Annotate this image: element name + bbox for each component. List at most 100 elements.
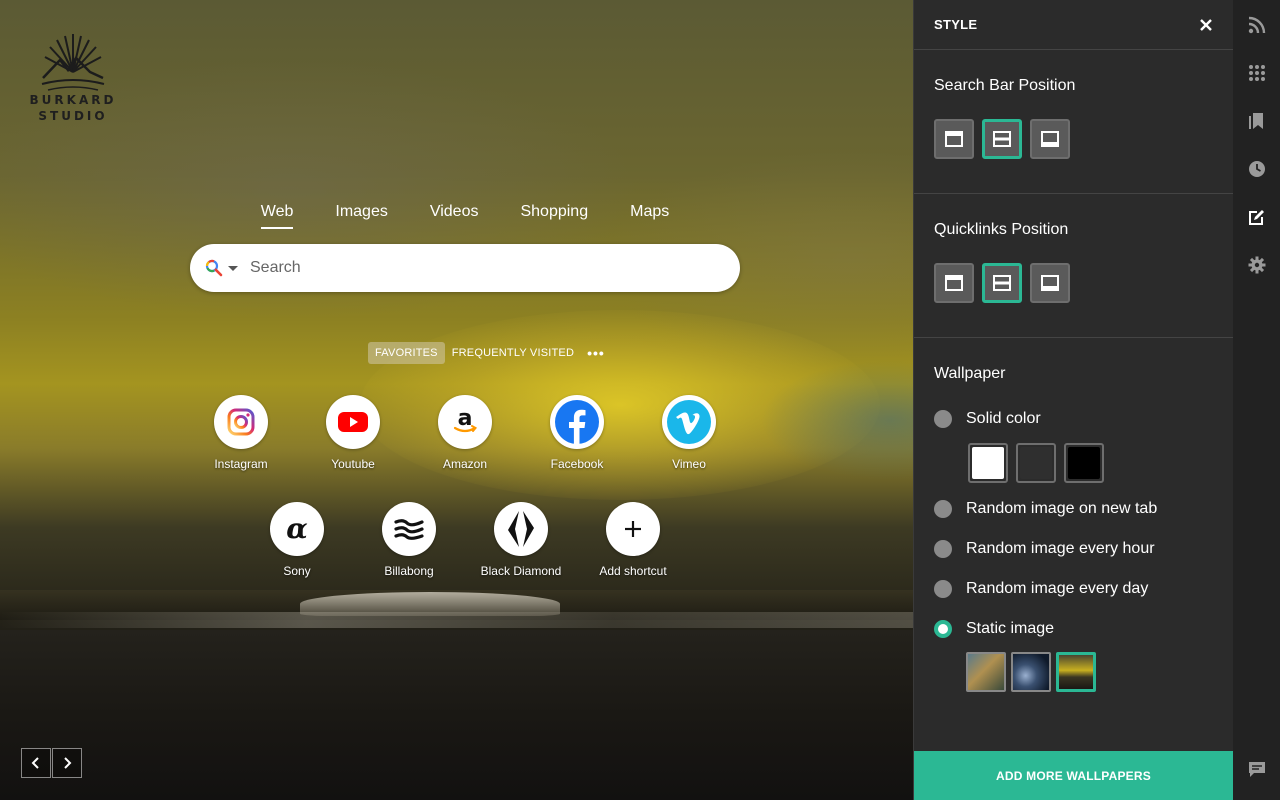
add-more-wallpapers-button[interactable]: ADD MORE WALLPAPERS (914, 751, 1233, 800)
layout-top-icon (945, 131, 963, 147)
position-middle-button[interactable] (982, 263, 1022, 303)
radio-button[interactable] (934, 410, 952, 428)
tab-favorites[interactable]: FAVORITES (368, 342, 445, 364)
wallpaper-option-static-image[interactable]: Static image (934, 609, 1213, 649)
feedback-icon (1249, 762, 1265, 777)
wallpaper-thumbnail-selected[interactable] (1056, 652, 1096, 692)
wallpaper-thumbnails (966, 652, 1213, 692)
more-options-icon[interactable]: ••• (587, 345, 605, 361)
position-bottom-button[interactable] (1030, 119, 1070, 159)
option-label: Random image every day (966, 580, 1149, 597)
option-label: Solid color (966, 410, 1041, 427)
quicklinks-position-section: Quicklinks Position (914, 194, 1233, 338)
search-engine-selector[interactable] (205, 259, 238, 277)
wallpaper-option-solid-color[interactable]: Solid color (934, 399, 1213, 439)
panel-title: STYLE (934, 17, 978, 32)
bookmark-icon (1249, 113, 1263, 129)
tab-frequently-visited[interactable]: FREQUENTLY VISITED (445, 342, 581, 364)
quicklink-label: Billabong (384, 564, 434, 578)
wallpaper-option-random-hour[interactable]: Random image every hour (934, 529, 1213, 569)
tab-web[interactable]: Web (260, 198, 294, 229)
section-title: Search Bar Position (934, 77, 1076, 94)
quicklink-billabong[interactable]: Billabong (359, 502, 459, 578)
radio-button[interactable] (934, 540, 952, 558)
wallpaper-option-random-day[interactable]: Random image every day (934, 569, 1213, 609)
clock-icon (1249, 161, 1265, 177)
quicklink-facebook[interactable]: Facebook (527, 395, 627, 471)
tab-maps[interactable]: Maps (630, 198, 669, 229)
quicklink-label: Vimeo (672, 457, 706, 471)
sunburst-logo-icon (41, 34, 105, 91)
logo-line-2: STUDIO (38, 109, 108, 123)
add-shortcut-button[interactable]: Add shortcut (583, 502, 683, 578)
quicklink-youtube[interactable]: Youtube (303, 395, 403, 471)
black-diamond-icon (508, 511, 534, 547)
radio-button[interactable] (934, 580, 952, 598)
layout-top-icon (945, 275, 963, 291)
previous-wallpaper-button[interactable] (21, 748, 51, 778)
gear-icon (1248, 256, 1266, 274)
tab-images[interactable]: Images (335, 198, 387, 229)
quicklink-sony[interactable]: α Sony (247, 502, 347, 578)
quicklink-label: Facebook (550, 457, 604, 471)
chevron-left-icon (31, 757, 39, 769)
option-label: Random image every hour (966, 540, 1155, 557)
position-top-button[interactable] (934, 263, 974, 303)
style-button[interactable] (1247, 207, 1267, 227)
solid-color-swatches (968, 443, 1213, 483)
rss-icon (1248, 16, 1266, 34)
close-icon[interactable] (1199, 18, 1213, 32)
search-icon (205, 259, 223, 277)
quicklinks-tabs: FAVORITES FREQUENTLY VISITED ••• (368, 342, 605, 364)
quicklink-black-diamond[interactable]: Black Diamond (471, 502, 571, 578)
swatch-black[interactable] (1064, 443, 1104, 483)
apps-button[interactable] (1247, 63, 1267, 83)
radio-button[interactable] (934, 500, 952, 518)
swatch-dark-gray[interactable] (1016, 443, 1056, 483)
layout-middle-icon (993, 275, 1011, 291)
next-wallpaper-button[interactable] (52, 748, 82, 778)
option-label: Random image on new tab (966, 500, 1158, 517)
quicklink-instagram[interactable]: Instagram (191, 395, 291, 471)
chevron-down-icon (228, 265, 238, 271)
section-title: Quicklinks Position (934, 221, 1069, 238)
layout-bottom-icon (1041, 275, 1059, 291)
position-middle-button[interactable] (982, 119, 1022, 159)
wallpaper-thumbnail[interactable] (966, 652, 1006, 692)
quicklink-amazon[interactable]: a Amazon (415, 395, 515, 471)
sony-alpha-icon: α (286, 514, 308, 544)
right-icon-bar (1233, 0, 1280, 800)
swatch-white[interactable] (968, 443, 1008, 483)
plus-icon (625, 521, 641, 537)
quicklink-label: Instagram (214, 457, 268, 471)
tab-shopping[interactable]: Shopping (520, 198, 588, 229)
history-button[interactable] (1247, 159, 1267, 179)
position-top-button[interactable] (934, 119, 974, 159)
burkard-studio-logo: BURKARD STUDIO (28, 30, 118, 130)
wallpaper-thumbnail[interactable] (1011, 652, 1051, 692)
logo-line-1: BURKARD (29, 93, 117, 107)
svg-text:α: α (286, 514, 308, 544)
search-input[interactable] (248, 258, 712, 278)
bookmarks-button[interactable] (1247, 111, 1267, 131)
rss-feed-button[interactable] (1247, 15, 1267, 35)
settings-button[interactable] (1247, 255, 1267, 275)
quicklink-label: Amazon (442, 457, 488, 471)
amazon-icon: a (453, 406, 478, 433)
option-label: Static image (966, 620, 1055, 637)
svg-text:a: a (458, 406, 473, 431)
feedback-button[interactable] (1247, 759, 1267, 779)
layout-middle-icon (993, 131, 1011, 147)
position-bottom-button[interactable] (1030, 263, 1070, 303)
quicklink-label: Black Diamond (480, 564, 562, 578)
search-type-tabs: Web Images Videos Shopping Maps (190, 198, 740, 229)
instagram-icon (227, 408, 255, 436)
radio-button-selected[interactable] (934, 620, 952, 638)
facebook-icon (555, 400, 599, 444)
wallpaper-option-random-new-tab[interactable]: Random image on new tab (934, 489, 1213, 529)
tab-videos[interactable]: Videos (430, 198, 479, 229)
layout-bottom-icon (1041, 131, 1059, 147)
billabong-icon (394, 519, 424, 540)
vimeo-icon (667, 400, 711, 444)
quicklink-vimeo[interactable]: Vimeo (639, 395, 739, 471)
